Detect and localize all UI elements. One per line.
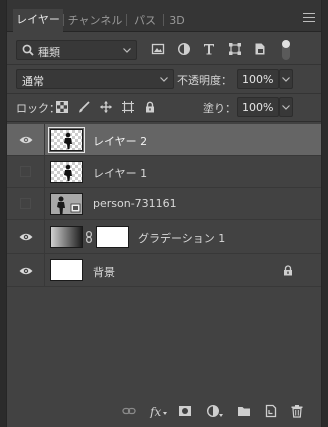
opacity-label: 不透明度： bbox=[177, 74, 232, 87]
lock-image-icon[interactable] bbox=[78, 101, 90, 113]
visibility-toggle[interactable] bbox=[20, 166, 31, 177]
adjustment-filter-icon[interactable] bbox=[177, 42, 191, 56]
filter-kind-label: 種類 bbox=[38, 46, 60, 59]
divider bbox=[7, 64, 321, 65]
add-mask-icon[interactable] bbox=[178, 404, 192, 418]
pixel-filter-icon[interactable] bbox=[151, 42, 165, 56]
layers-panel: レイヤー チャンネル パス 3D 種類 通常 不透明度： 100% ロック： 塗… bbox=[6, 0, 322, 427]
chevron-down-icon bbox=[282, 77, 290, 82]
row-separator bbox=[44, 124, 45, 155]
layer-row-layer-1[interactable]: レイヤー 1 bbox=[7, 156, 321, 188]
fill-field[interactable]: 100% bbox=[237, 97, 279, 117]
adjustment-layer-icon[interactable] bbox=[206, 404, 224, 418]
chevron-down-icon bbox=[160, 77, 168, 82]
new-group-icon[interactable] bbox=[237, 404, 251, 418]
tab-channels[interactable]: チャンネル bbox=[65, 10, 125, 32]
fx-icon[interactable]: fx bbox=[149, 404, 167, 418]
lock-label: ロック： bbox=[16, 102, 60, 115]
opacity-dropdown[interactable] bbox=[279, 69, 293, 89]
divider bbox=[7, 93, 321, 94]
svg-text:fx: fx bbox=[149, 405, 161, 418]
layer-thumbnail[interactable] bbox=[50, 259, 83, 281]
mask-thumbnail[interactable] bbox=[96, 226, 129, 248]
row-separator bbox=[44, 188, 45, 219]
person-silhouette-icon bbox=[64, 132, 72, 149]
row-separator bbox=[44, 254, 45, 286]
toggle-knob bbox=[282, 40, 290, 48]
layer-filter-select[interactable]: 種類 bbox=[16, 40, 137, 60]
layer-thumbnail[interactable] bbox=[48, 127, 85, 153]
smart-object-filter-icon[interactable] bbox=[253, 42, 267, 56]
tab-separator bbox=[126, 14, 127, 26]
row-separator bbox=[44, 156, 45, 187]
blend-mode-select[interactable]: 通常 bbox=[16, 69, 174, 89]
eye-icon[interactable] bbox=[19, 232, 33, 242]
filter-toggle[interactable] bbox=[282, 40, 290, 60]
layer-name[interactable]: グラデーション 1 bbox=[138, 230, 225, 246]
layer-name[interactable]: 背景 bbox=[93, 264, 115, 280]
fill-value: 100% bbox=[242, 101, 274, 114]
panel-tab-bar: レイヤー チャンネル パス 3D bbox=[7, 0, 321, 32]
type-filter-icon[interactable] bbox=[202, 42, 216, 56]
layer-row-background[interactable]: 背景 bbox=[7, 254, 321, 287]
lock-artboard-icon[interactable] bbox=[122, 101, 134, 113]
chevron-down-icon bbox=[282, 105, 290, 110]
layer-name[interactable]: person-731161 bbox=[93, 197, 177, 210]
tab-3d[interactable]: 3D bbox=[164, 10, 190, 32]
lock-transparent-icon[interactable] bbox=[56, 101, 68, 113]
tab-paths[interactable]: パス bbox=[128, 10, 162, 32]
search-icon bbox=[22, 44, 34, 56]
tab-separator bbox=[63, 14, 64, 26]
layer-name[interactable]: レイヤー 2 bbox=[93, 133, 147, 149]
fill-label: 塗り： bbox=[203, 102, 236, 115]
opacity-value: 100% bbox=[242, 73, 274, 86]
lock-position-icon[interactable] bbox=[100, 101, 112, 113]
chevron-down-icon bbox=[123, 48, 131, 53]
lock-icon[interactable] bbox=[283, 265, 293, 276]
layer-thumbnail[interactable] bbox=[50, 161, 83, 183]
link-layers-icon[interactable] bbox=[122, 404, 136, 418]
layer-row-layer-2[interactable]: レイヤー 2 bbox=[7, 124, 321, 156]
eye-icon[interactable] bbox=[19, 266, 33, 276]
person-silhouette-icon bbox=[64, 164, 72, 181]
shape-filter-icon[interactable] bbox=[228, 42, 242, 56]
delete-layer-icon[interactable] bbox=[290, 404, 304, 418]
photo-thumbnail-icon bbox=[51, 194, 82, 214]
link-icon[interactable] bbox=[86, 231, 92, 243]
layer-row-person-731161[interactable]: person-731161 bbox=[7, 188, 321, 220]
blend-mode-value: 通常 bbox=[22, 75, 44, 88]
new-layer-icon[interactable] bbox=[264, 404, 278, 418]
gradient-thumbnail[interactable] bbox=[50, 226, 83, 248]
panel-menu-icon[interactable] bbox=[303, 13, 315, 22]
fill-dropdown[interactable] bbox=[279, 97, 293, 117]
eye-icon[interactable] bbox=[19, 135, 33, 145]
row-separator bbox=[44, 220, 45, 253]
divider bbox=[7, 121, 321, 122]
lock-all-icon[interactable] bbox=[144, 101, 156, 113]
visibility-toggle[interactable] bbox=[20, 198, 31, 209]
tab-layers[interactable]: レイヤー bbox=[13, 9, 63, 32]
layer-row-gradient-1[interactable]: グラデーション 1 bbox=[7, 220, 321, 254]
layer-thumbnail[interactable] bbox=[50, 193, 83, 215]
layer-name[interactable]: レイヤー 1 bbox=[93, 165, 147, 181]
opacity-field[interactable]: 100% bbox=[237, 69, 279, 89]
